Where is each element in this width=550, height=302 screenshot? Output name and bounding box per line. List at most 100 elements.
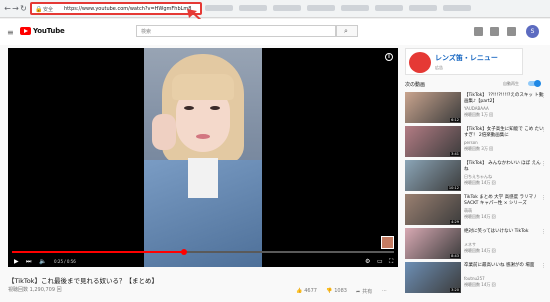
video-subject-shirt — [188, 158, 218, 198]
autoplay-label: 自動再生 — [503, 81, 519, 86]
volume-icon[interactable]: 🔈 — [39, 258, 46, 265]
recommendation-item[interactable]: 3:20 卒業前に最高いいね 感謝がの 場面 foutnu257 視聴回数 14万 回… — [405, 262, 546, 296]
up-next-title: 次の動画 — [405, 82, 426, 88]
play-icon[interactable]: ▶ — [14, 258, 19, 265]
theater-mode-icon[interactable]: ▭ — [377, 258, 383, 265]
recommendation-item[interactable]: 3:41 【TikTok】女子高生に知能で こめ たいすぎ！ 2倍楽動画集に per… — [405, 126, 546, 160]
search-icon: ⌕ — [344, 27, 348, 35]
like-count: 4677 — [304, 288, 317, 294]
recommendation-item[interactable]: 10:12 【TikTok】 みんなかわいい ほぼ えんね 日ちえちゃんね 視聴回数 … — [405, 160, 546, 194]
dislike-count: 1083 — [334, 288, 347, 294]
youtube-wordmark[interactable]: YouTube — [33, 27, 65, 35]
search-button[interactable]: ⌕ — [336, 25, 358, 37]
end-card-thumbnail[interactable] — [381, 236, 394, 249]
time-display: 0:25 / 0:56 — [54, 259, 76, 264]
duration-badge: 8:43 — [450, 254, 460, 258]
duration-badge: 3:41 — [450, 152, 460, 156]
recommendation-thumbnail[interactable]: 10:12 — [405, 160, 461, 191]
browser-toolbar: ← → ↻ 🔒 安全 https://www.youtube.com/watch… — [0, 0, 550, 18]
autoplay-toggle[interactable] — [528, 80, 541, 87]
video-player[interactable]: i ▶ ⏭ 🔈 0:25 / 0:56 ⚙ ▭ ⛶ — [8, 48, 398, 267]
duration-badge: 10:12 — [447, 186, 460, 190]
more-vert-icon[interactable]: ⋮ — [541, 229, 546, 235]
more-vert-icon[interactable]: ⋮ — [541, 195, 546, 201]
bookmark-item[interactable] — [239, 5, 267, 11]
bookmark-item[interactable] — [375, 5, 403, 11]
recommendation-thumbnail[interactable]: 8:43 — [405, 228, 461, 259]
bookmark-item[interactable] — [273, 5, 301, 11]
recommendation-channel[interactable]: YAUDABAAA — [464, 106, 489, 111]
duration-badge: 3:20 — [450, 288, 460, 292]
progress-knob[interactable] — [180, 249, 187, 255]
sidebar-ad[interactable]: レンズ笛・レニュー 広告 — [405, 48, 523, 75]
recommendation-channel[interactable]: foutnu257 — [464, 276, 485, 281]
recommendation-thumbnail[interactable]: 3:41 — [405, 126, 461, 157]
recommendation-item[interactable]: 4:29 TikTok まとめ 大学 高感度 ラリマ / SACKT キャパー性 … — [405, 194, 546, 228]
bookmark-item[interactable] — [307, 5, 335, 11]
recommendation-meta: 視聴回数 14万 回 — [464, 180, 496, 185]
progress-bar[interactable] — [12, 249, 394, 255]
more-vert-icon[interactable]: ⋮ — [541, 161, 546, 167]
progress-fill — [12, 251, 184, 253]
ad-art — [409, 52, 431, 73]
address-bar[interactable]: 🔒 安全 https://www.youtube.com/watch?v=HWg… — [30, 2, 202, 15]
youtube-header: ≡ YouTube 検索 ⌕ S — [0, 19, 550, 45]
recommendation-title[interactable]: 【TikTok】 ??!!!?!!!!?えのスキッ ト動画集♪【part2】 — [464, 93, 544, 104]
like-button[interactable]: 👍 4677 — [296, 288, 317, 294]
dislike-button[interactable]: 👎 1083 — [326, 288, 347, 294]
video-subject-hand — [152, 114, 176, 150]
recommendation-title[interactable]: 絶対に笑ってはいけない TikTok — [464, 229, 544, 235]
recommendation-title[interactable]: TikTok まとめ 大学 高感度 ラリマ / SACKT キャパー性 × シリ… — [464, 195, 544, 206]
hamburger-menu-icon[interactable]: ≡ — [7, 28, 14, 37]
duration-badge: 6:12 — [450, 118, 460, 122]
share-button[interactable]: ➦ 共有 — [356, 288, 373, 296]
info-icon[interactable]: i — [385, 53, 393, 61]
more-vert-icon[interactable]: ⋮ — [541, 93, 546, 99]
share-label: 共有 — [362, 289, 373, 295]
duration-badge: 4:29 — [450, 220, 460, 224]
more-actions-button[interactable]: ⋯ — [382, 288, 387, 294]
video-frame — [144, 48, 262, 267]
video-subject-eye — [210, 106, 220, 110]
recommendation-title[interactable]: 卒業前に最高いいね 感謝がの 場面 — [464, 263, 544, 269]
thumbs-down-icon: 👎 — [326, 288, 333, 294]
ad-title: レンズ笛・レニュー — [435, 54, 498, 62]
recommendation-meta: 視聴回数 3万 回 — [464, 146, 494, 151]
video-title: 【TikTok】これ最後まで見れる奴いる？【まとめ】 — [8, 277, 158, 285]
search-input[interactable]: 検索 — [136, 25, 336, 37]
recommendation-thumbnail[interactable]: 6:12 — [405, 92, 461, 123]
bookmark-item[interactable] — [341, 5, 369, 11]
recommendation-title[interactable]: 【TikTok】女子高生に知能で こめ たいすぎ！ 2倍楽動画集に — [464, 127, 544, 138]
recommendation-channel[interactable]: person — [464, 140, 478, 145]
youtube-logo-icon[interactable] — [20, 27, 31, 35]
thumbs-up-icon: 👍 — [296, 288, 303, 294]
fullscreen-icon[interactable]: ⛶ — [389, 258, 393, 266]
more-vert-icon[interactable]: ⋮ — [541, 263, 546, 269]
upload-icon[interactable] — [474, 27, 483, 36]
recommendation-title[interactable]: 【TikTok】 みんなかわいい ほぼ えんね — [464, 161, 544, 172]
next-icon[interactable]: ⏭ — [26, 258, 31, 266]
secure-label: 安全 — [43, 7, 54, 13]
ad-label: 広告 — [435, 65, 443, 70]
share-icon: ➦ — [356, 288, 361, 295]
recommendation-thumbnail[interactable]: 4:29 — [405, 194, 461, 225]
more-vert-icon[interactable]: ⋮ — [541, 127, 546, 133]
view-count: 視聴回数 1,290,709 回 — [8, 287, 62, 293]
lock-icon: 🔒 — [35, 6, 43, 13]
bookmark-item[interactable] — [443, 5, 471, 11]
recommendation-item[interactable]: 8:43 絶対に笑ってはいけない TikTok メネサ 視聴回数 14万 回 ⋮ — [405, 228, 546, 262]
recommendation-item[interactable]: 6:12 【TikTok】 ??!!!?!!!!?えのスキッ ト動画集♪【part… — [405, 92, 546, 126]
bookmarks-bar — [205, 5, 525, 13]
avatar[interactable]: S — [526, 25, 539, 38]
settings-icon[interactable]: ⚙ — [365, 258, 370, 265]
bookmark-item[interactable] — [409, 5, 437, 11]
notifications-icon[interactable] — [507, 27, 516, 36]
reload-icon[interactable]: ↻ — [19, 4, 28, 13]
video-subject-bangs — [172, 74, 234, 100]
video-subject-lips — [196, 134, 210, 139]
video-subject-eye — [184, 106, 194, 110]
url-text[interactable]: https://www.youtube.com/watch?v=HWgmFhbL… — [64, 6, 191, 12]
apps-icon[interactable] — [490, 27, 499, 36]
more-icon: ⋯ — [382, 288, 387, 294]
recommendation-thumbnail[interactable]: 3:20 — [405, 262, 461, 293]
